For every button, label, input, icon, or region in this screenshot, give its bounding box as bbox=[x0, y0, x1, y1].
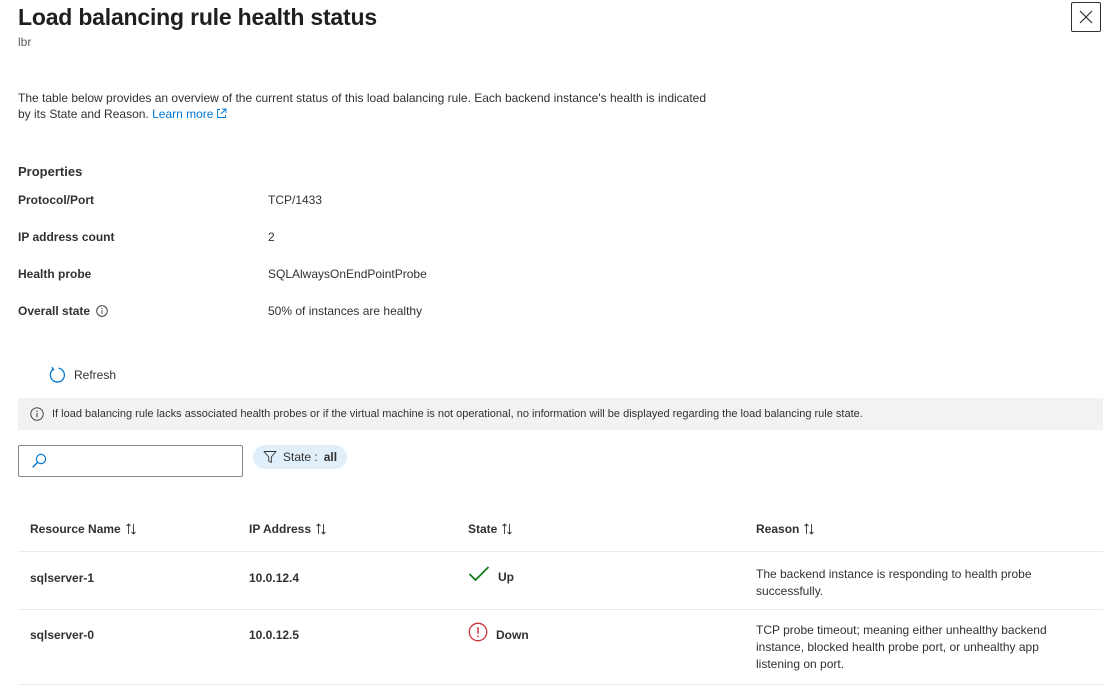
property-label-health-probe: Health probe bbox=[18, 267, 91, 281]
table-row[interactable]: sqlserver-0 10.0.12.5 Down TCP probe tim… bbox=[18, 610, 1103, 685]
property-value-protocol-port: TCP/1433 bbox=[268, 193, 323, 207]
column-header-state[interactable]: State bbox=[468, 522, 513, 536]
cell-reason: The backend instance is responding to he… bbox=[756, 567, 1032, 598]
state-filter-pill[interactable]: State : all bbox=[253, 445, 348, 469]
cell-reason: TCP probe timeout; meaning either unheal… bbox=[756, 623, 1047, 671]
refresh-icon bbox=[49, 366, 65, 383]
properties-heading: Properties bbox=[18, 164, 83, 179]
checkmark-icon bbox=[468, 566, 490, 582]
description-text: The table below provides an overview of … bbox=[18, 91, 707, 121]
property-label-ip-address-count: IP address count bbox=[18, 230, 114, 244]
table-header-row: Resource Name IP Address State Reason bbox=[18, 508, 1103, 552]
state-label: Down bbox=[496, 628, 529, 642]
cell-resource-name: sqlserver-1 bbox=[30, 571, 95, 585]
property-label-text: Protocol/Port bbox=[18, 193, 95, 207]
panel-title: Load balancing rule health status bbox=[18, 4, 377, 30]
property-value-overall-state: 50% of instances are healthy bbox=[268, 304, 423, 318]
close-icon bbox=[1079, 10, 1093, 24]
info-icon bbox=[30, 407, 44, 421]
property-value-health-probe: SQLAlwaysOnEndPointProbe bbox=[268, 267, 427, 281]
cell-state: Down bbox=[468, 622, 529, 642]
filter-icon bbox=[263, 451, 277, 463]
state-label: Up bbox=[498, 570, 514, 584]
sort-icon bbox=[125, 523, 136, 535]
sort-icon bbox=[502, 523, 513, 535]
search-input[interactable] bbox=[53, 453, 237, 469]
sort-icon bbox=[804, 523, 815, 535]
property-label-text: Health probe bbox=[18, 267, 92, 281]
learn-more-label: Learn more bbox=[152, 107, 214, 121]
filter-pill-prefix: State : bbox=[283, 450, 318, 464]
table-row[interactable]: sqlserver-1 10.0.12.4 Up The backend ins… bbox=[18, 552, 1103, 610]
search-icon bbox=[32, 453, 47, 468]
description: The table below provides an overview of … bbox=[18, 90, 718, 122]
column-header-label: IP Address bbox=[249, 522, 312, 536]
filter-pill-value: all bbox=[323, 450, 338, 464]
sort-icon bbox=[316, 523, 326, 535]
cell-resource-name: sqlserver-0 bbox=[30, 628, 95, 642]
close-button[interactable] bbox=[1071, 2, 1101, 32]
refresh-label: Refresh bbox=[74, 368, 117, 382]
health-table: Resource Name IP Address State Reason sq… bbox=[18, 508, 1103, 685]
cell-state: Up bbox=[468, 565, 514, 584]
cell-ip-address: 10.0.12.5 bbox=[249, 628, 300, 642]
error-icon bbox=[468, 622, 488, 642]
property-value-ip-address-count: 2 bbox=[268, 230, 275, 244]
refresh-button[interactable]: Refresh bbox=[48, 366, 116, 384]
column-header-reason[interactable]: Reason bbox=[756, 522, 815, 536]
info-message-text: If load balancing rule lacks associated … bbox=[52, 408, 863, 420]
learn-more-link[interactable]: Learn more bbox=[152, 107, 227, 121]
property-label-text: IP address count bbox=[18, 230, 115, 244]
panel-subtitle: lbr bbox=[18, 35, 32, 49]
property-label-overall-state: Overall state bbox=[18, 304, 108, 318]
column-header-label: State bbox=[468, 522, 498, 536]
column-header-label: Resource Name bbox=[30, 522, 121, 536]
column-header-ip-address[interactable]: IP Address bbox=[249, 522, 327, 536]
column-header-label: Reason bbox=[756, 522, 800, 536]
property-label-protocol-port: Protocol/Port bbox=[18, 193, 94, 207]
health-status-panel: Load balancing rule health status lbr Th… bbox=[0, 0, 1106, 695]
info-message-bar: If load balancing rule lacks associated … bbox=[18, 398, 1103, 430]
cell-ip-address: 10.0.12.4 bbox=[249, 571, 300, 585]
info-icon[interactable] bbox=[96, 305, 108, 317]
column-header-resource-name[interactable]: Resource Name bbox=[30, 522, 137, 536]
search-box[interactable] bbox=[18, 445, 243, 477]
external-link-icon bbox=[217, 108, 227, 118]
property-label-text: Overall state bbox=[18, 304, 91, 318]
